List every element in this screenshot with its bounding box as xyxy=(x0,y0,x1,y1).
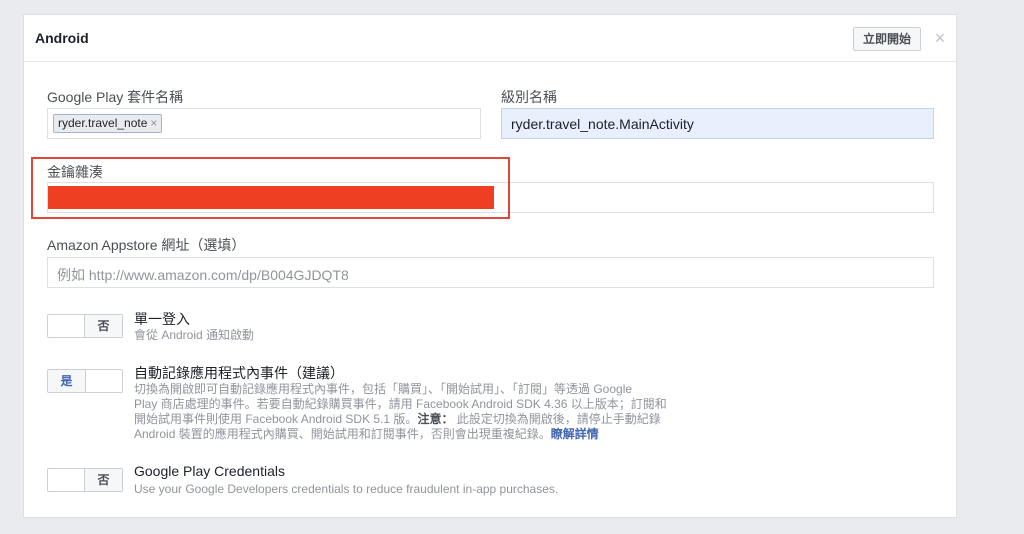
amazon-url-input[interactable]: 例如 http://www.amazon.com/dp/B004GJDQT8 xyxy=(47,257,934,288)
package-name-input[interactable]: ryder.travel_note × xyxy=(47,108,481,139)
desc-line: Play 商店處理的事件。若要自動紀錄購買事件，請用 Facebook Andr… xyxy=(134,397,667,411)
package-name-label: Google Play 套件名稱 xyxy=(47,89,184,105)
desc-line: 開始試用事件則使用 Facebook Android SDK 5.1 版。注意：… xyxy=(134,412,724,427)
auto-log-events-title: 自動記錄應用程式內事件（建議） xyxy=(134,365,344,381)
class-name-label: 級別名稱 xyxy=(501,89,557,105)
desc-line: 切換為開啟即可自動記錄應用程式內事件，包括「購買」、「開始試用」、「訂閱」等透過… xyxy=(134,382,633,396)
auto-log-events-toggle[interactable]: 是 xyxy=(47,369,123,393)
desc-text: 此設定切換為開啟後，請停止手動紀錄 xyxy=(453,412,661,426)
remove-token-icon[interactable]: × xyxy=(150,116,157,130)
learn-more-link[interactable]: 瞭解詳情 xyxy=(551,427,599,441)
google-play-credentials-title: Google Play Credentials xyxy=(134,463,285,479)
single-sign-on-desc: 會從 Android 通知啟動 xyxy=(134,328,255,342)
toggle-no-segment[interactable] xyxy=(85,370,122,392)
class-name-input[interactable]: ryder.travel_note.MainActivity xyxy=(501,108,934,139)
note-label: 注意： xyxy=(417,412,454,426)
desc-text: 開始試用事件則使用 Facebook Android SDK 5.1 版。 xyxy=(134,412,418,426)
toggle-yes-segment[interactable]: 是 xyxy=(48,370,86,392)
amazon-url-placeholder: 例如 http://www.amazon.com/dp/B004GJDQT8 xyxy=(57,267,349,283)
toggle-no-segment[interactable]: 否 xyxy=(84,315,122,337)
desc-line: Android 裝置的應用程式內購買、開始試用和訂閱事件，否則會出現重複紀錄。瞭… xyxy=(134,427,724,442)
amazon-url-label: Amazon Appstore 網址（選填） xyxy=(47,237,246,253)
close-icon[interactable]: × xyxy=(932,27,948,49)
class-name-value: ryder.travel_note.MainActivity xyxy=(511,116,694,132)
single-sign-on-toggle[interactable]: 否 xyxy=(47,314,123,338)
toggle-yes-segment[interactable] xyxy=(48,469,85,491)
panel-title: Android xyxy=(35,30,89,46)
google-play-credentials-toggle[interactable]: 否 xyxy=(47,468,123,492)
single-sign-on-title: 單一登入 xyxy=(134,311,190,327)
desc-text: Android 裝置的應用程式內購買、開始試用和訂閱事件，否則會出現重複紀錄。 xyxy=(134,427,551,441)
google-play-credentials-desc: Use your Google Developers credentials t… xyxy=(134,482,559,496)
package-name-token: ryder.travel_note × xyxy=(53,114,163,133)
panel-header: Android 立即開始 × xyxy=(24,15,956,62)
start-button[interactable]: 立即開始 xyxy=(853,27,921,51)
package-name-token-text: ryder.travel_note xyxy=(58,116,148,130)
toggle-no-segment[interactable]: 否 xyxy=(84,469,122,491)
toggle-yes-segment[interactable] xyxy=(48,315,85,337)
highlight-box xyxy=(31,157,510,219)
auto-log-events-desc: 切換為開啟即可自動記錄應用程式內事件，包括「購買」、「開始試用」、「訂閱」等透過… xyxy=(134,382,724,442)
